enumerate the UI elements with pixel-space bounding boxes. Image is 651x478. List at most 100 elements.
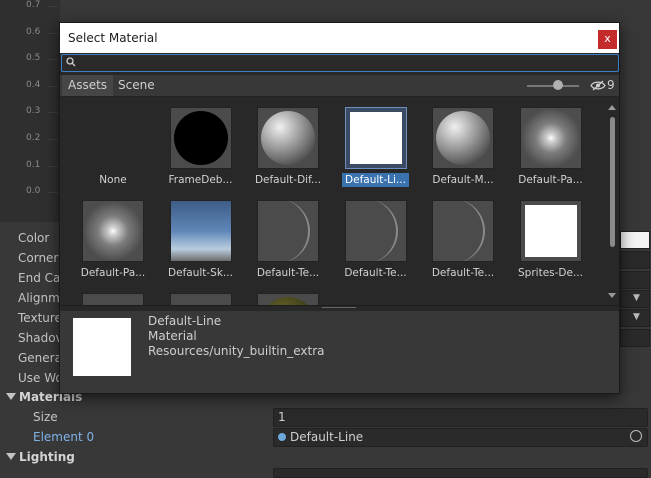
y-tick-label: 0.0 xyxy=(26,186,41,197)
element-0-value: Default-Line xyxy=(290,430,364,444)
material-item[interactable] xyxy=(245,285,331,305)
property-label: Corner xyxy=(18,251,59,265)
material-thumbnail xyxy=(432,200,494,262)
material-label-text: Default-Pa... xyxy=(518,174,583,186)
material-thumbnail xyxy=(519,107,582,169)
endcap-field[interactable] xyxy=(620,271,650,289)
material-item[interactable]: None xyxy=(70,99,156,189)
corner-field[interactable] xyxy=(620,251,650,269)
slider-thumb[interactable] xyxy=(553,80,563,90)
y-tick-label: 0.3 xyxy=(26,106,41,117)
material-label-text: Default-Te... xyxy=(256,267,320,279)
material-item[interactable]: Default-M... xyxy=(420,99,506,189)
alignment-dropdown[interactable]: ▼ xyxy=(620,290,650,308)
texture-dropdown[interactable]: ▼ xyxy=(620,309,650,327)
material-item[interactable]: Default-Pa... xyxy=(508,99,594,189)
material-thumbnail xyxy=(169,107,232,169)
lighting-field[interactable] xyxy=(273,468,648,478)
y-tick-label: 0.6 xyxy=(26,26,41,37)
dialog-titlebar[interactable]: Select Material x xyxy=(60,23,619,53)
grid-line xyxy=(48,192,58,194)
scroll-thumb[interactable] xyxy=(610,117,615,247)
asset-tabs: Assets Scene 9 xyxy=(60,75,619,97)
preview-type: Material xyxy=(148,329,197,343)
material-label: Default-Li... xyxy=(333,173,419,187)
material-item[interactable]: Default-Li... xyxy=(333,99,419,189)
material-label: Default-M... xyxy=(420,174,506,186)
material-item[interactable]: Default-Te... xyxy=(333,192,419,282)
material-grid: None FrameDeb... Default-Dif... Default-Li.… xyxy=(60,97,605,305)
material-label: Default-Sk... xyxy=(158,267,244,279)
preview-pane: Default-Line Material Resources/unity_bu… xyxy=(60,311,619,393)
material-label-text: Default-Pa... xyxy=(80,267,146,279)
size-field[interactable]: 1 xyxy=(273,408,648,427)
material-item[interactable]: FrameDeb... xyxy=(158,99,244,189)
preview-thumbnail xyxy=(73,318,131,376)
property-label: Color xyxy=(18,231,50,245)
material-thumbnail xyxy=(169,293,232,305)
material-thumbnail xyxy=(432,107,494,169)
close-button[interactable]: x xyxy=(598,30,617,49)
material-thumbnail xyxy=(257,293,319,305)
tab-scene[interactable]: Scene xyxy=(112,75,161,96)
y-tick-label: 0.4 xyxy=(26,79,41,90)
material-label-text: Default-Te... xyxy=(431,267,495,279)
preview-name: Default-Line xyxy=(148,314,222,328)
material-label: FrameDeb... xyxy=(158,174,244,186)
element-0-object-field[interactable]: Default-Line xyxy=(273,428,648,447)
material-label-text: Default-Sk... xyxy=(168,267,233,279)
hidden-packages-toggle[interactable]: 9 xyxy=(588,75,618,96)
material-item[interactable]: Default-Pa... xyxy=(70,192,156,282)
material-item[interactable]: Default-Te... xyxy=(420,192,506,282)
grid-line xyxy=(48,139,58,140)
material-item[interactable]: Sprites-De... xyxy=(508,192,594,282)
material-thumbnail xyxy=(344,107,407,169)
material-thumbnail xyxy=(257,107,319,169)
material-label-text: Default-Li... xyxy=(342,173,409,187)
material-label: Sprites-De... xyxy=(508,267,594,279)
preview-path: Resources/unity_builtin_extra xyxy=(148,344,325,358)
material-item[interactable]: Default-Dif... xyxy=(245,99,331,189)
material-label: Default-Pa... xyxy=(70,267,156,279)
material-item[interactable]: Default-Sk... xyxy=(158,192,244,282)
color-swatch[interactable] xyxy=(620,231,650,249)
material-label-text: Default-M... xyxy=(432,174,494,186)
material-item[interactable]: Default-Te... xyxy=(245,192,331,282)
object-picker-icon[interactable] xyxy=(630,430,642,442)
scroll-up-icon[interactable] xyxy=(608,105,616,110)
size-value: 1 xyxy=(278,410,286,424)
material-label-text: Default-Dif... xyxy=(254,174,322,186)
tab-assets[interactable]: Assets xyxy=(62,75,114,96)
select-material-dialog: Select Material x Assets Scene 9 None Fra… xyxy=(59,22,620,394)
material-label-text: FrameDeb... xyxy=(168,174,233,186)
grid-scrollbar[interactable] xyxy=(607,103,617,299)
material-item[interactable] xyxy=(70,285,156,305)
material-label-text: None xyxy=(99,174,127,186)
shadow-field[interactable] xyxy=(620,329,650,347)
size-label: Size xyxy=(33,410,58,424)
foldout-icon xyxy=(6,393,16,400)
search-field[interactable] xyxy=(61,54,619,72)
scroll-down-icon[interactable] xyxy=(608,293,616,298)
property-label: Texture xyxy=(18,311,62,325)
property-label: Shadov xyxy=(18,331,63,345)
grid-line xyxy=(48,59,58,61)
foldout-icon xyxy=(6,453,16,460)
grid-line xyxy=(48,32,58,34)
lighting-label: Lighting xyxy=(19,450,75,464)
grid-line xyxy=(48,112,58,114)
material-label: Default-Te... xyxy=(420,267,506,279)
material-label: Default-Dif... xyxy=(245,174,331,186)
material-thumbnail xyxy=(344,200,407,262)
material-label-text: Default-Te... xyxy=(344,267,407,279)
material-label: Default-Pa... xyxy=(508,174,594,186)
hidden-count: 9 xyxy=(607,78,615,92)
material-item[interactable] xyxy=(158,285,244,305)
grid-line xyxy=(48,165,58,167)
search-input[interactable] xyxy=(78,55,608,71)
material-thumbnail xyxy=(519,200,582,262)
lighting-header[interactable]: Lighting xyxy=(0,448,651,468)
element-0-label: Element 0 xyxy=(33,430,95,444)
y-tick-label: 0.5 xyxy=(26,53,41,64)
grid-line xyxy=(48,6,58,7)
